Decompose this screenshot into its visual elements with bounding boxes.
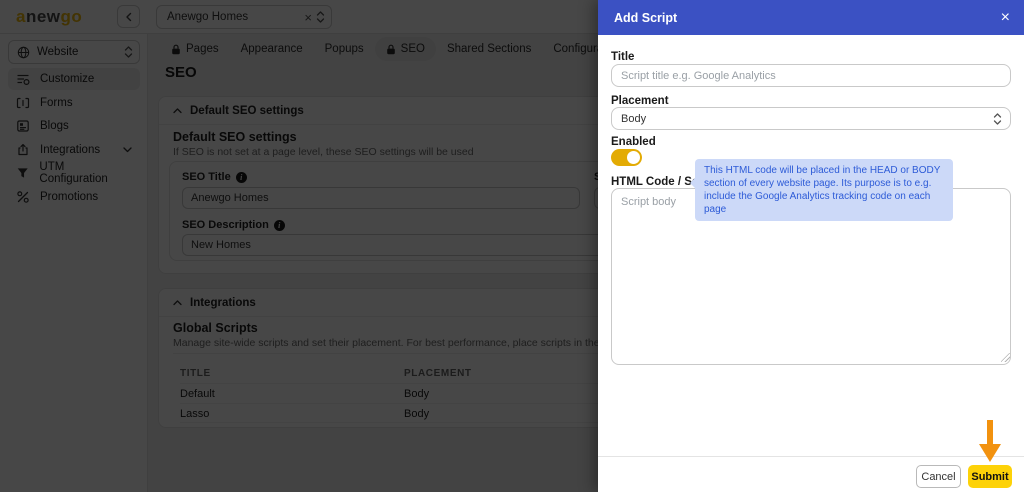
cancel-button[interactable]: Cancel <box>916 465 961 488</box>
placement-select[interactable]: Body <box>611 107 1011 130</box>
title-label: Title <box>611 51 635 63</box>
script-title-input[interactable] <box>611 64 1011 87</box>
modal-header: Add Script × <box>598 0 1024 35</box>
divider <box>598 456 1024 457</box>
html-code-tooltip: This HTML code will be placed in the HEA… <box>690 159 953 221</box>
close-icon[interactable]: × <box>1001 9 1010 26</box>
screen: anewgo Anewgo Homes × Website Customize … <box>0 0 1024 492</box>
placement-value: Body <box>621 112 647 125</box>
annotation-arrow-icon <box>979 420 1001 462</box>
toggle-knob <box>627 151 640 164</box>
modal-title: Add Script <box>614 10 678 25</box>
add-script-modal: Add Script × Title Placement Body Enable… <box>598 0 1024 492</box>
placement-label: Placement <box>611 95 669 107</box>
enabled-label: Enabled <box>611 136 656 148</box>
enabled-toggle[interactable] <box>611 149 642 166</box>
submit-button[interactable]: Submit <box>968 465 1012 488</box>
unfold-icon <box>993 112 1002 125</box>
